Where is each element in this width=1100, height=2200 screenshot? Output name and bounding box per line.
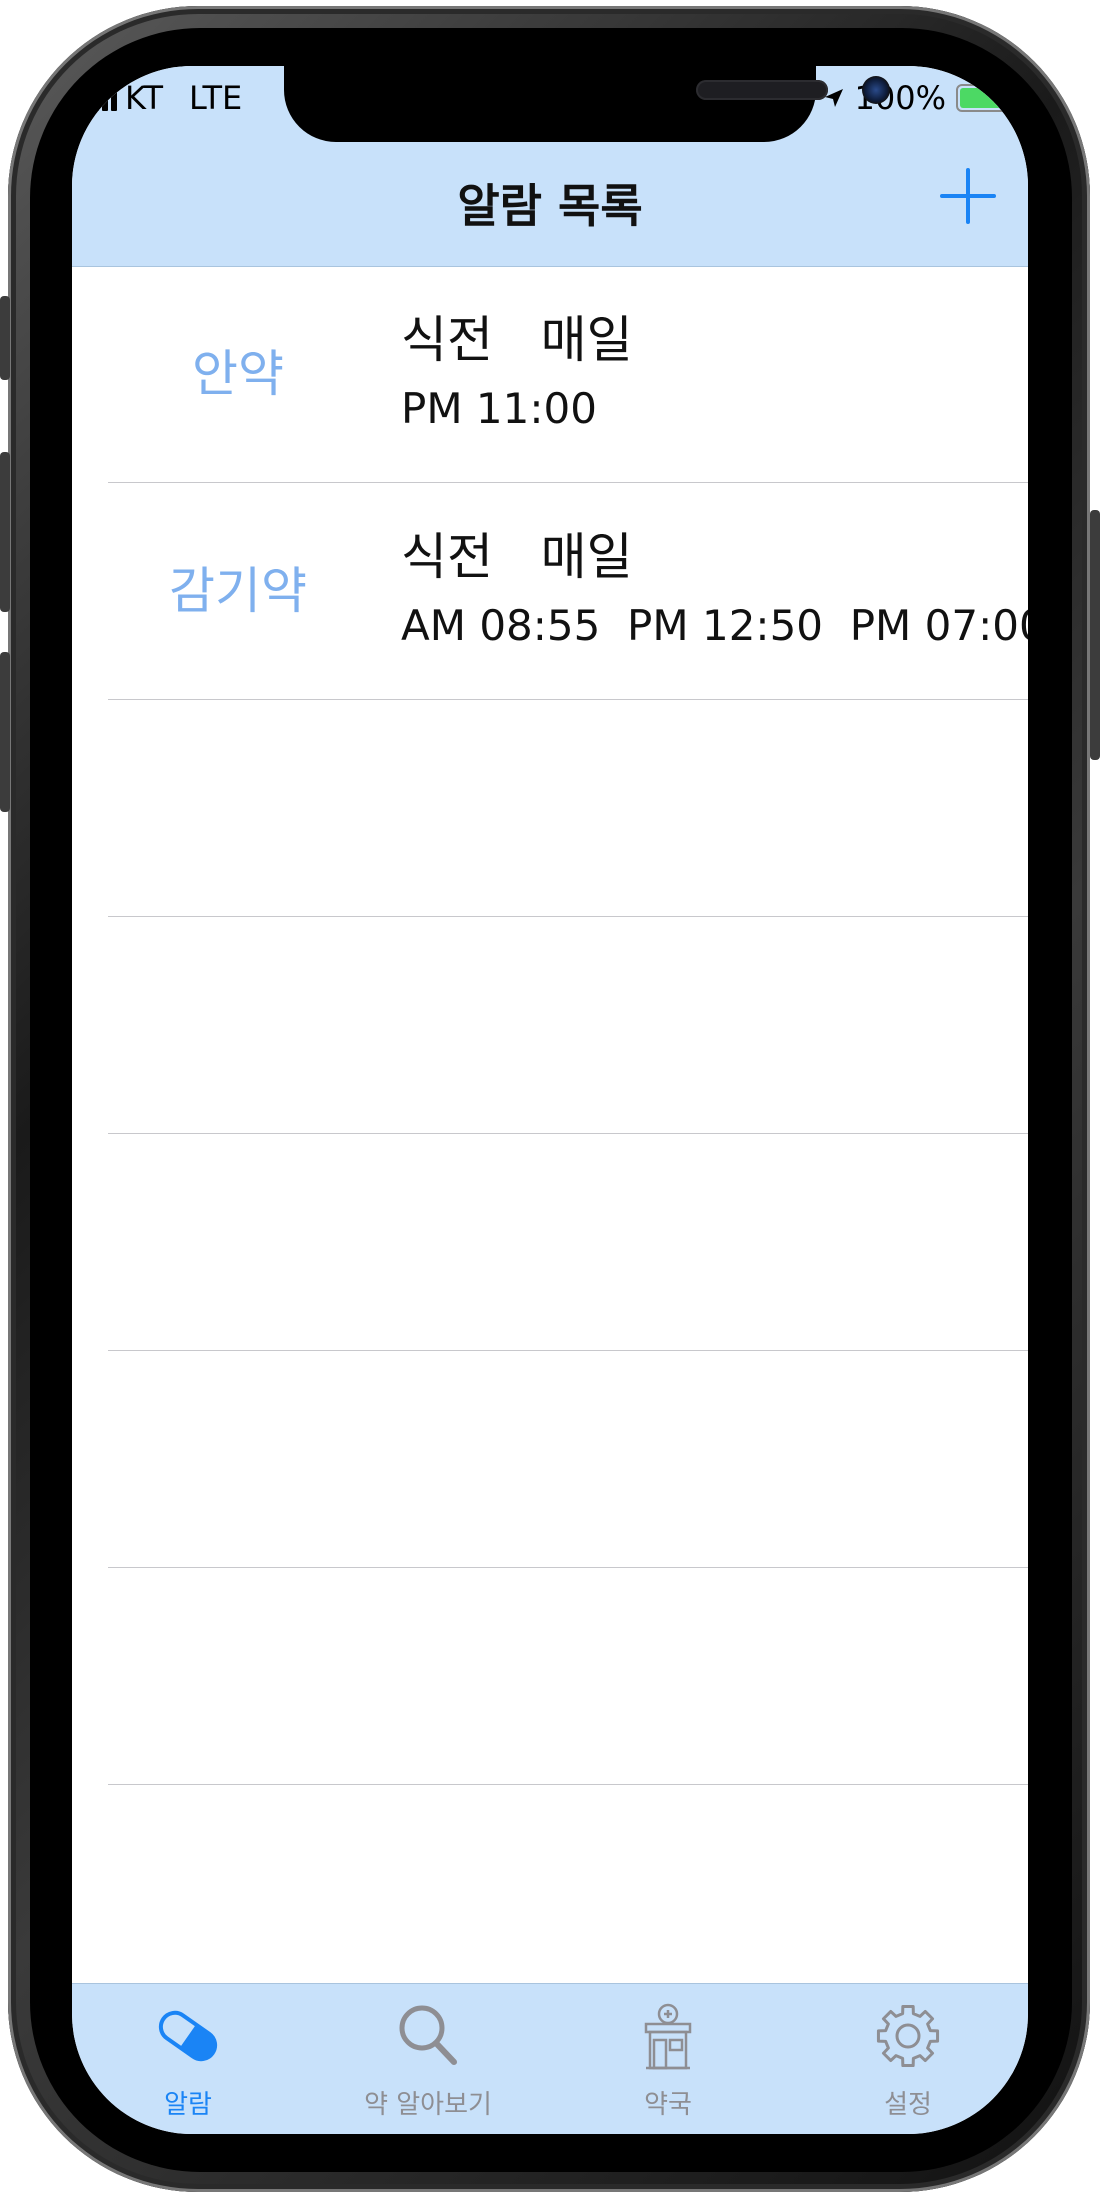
tab-pharmacy[interactable]: 약국 <box>568 2000 768 2121</box>
magnifier-icon <box>399 2005 457 2065</box>
pharmacy-building-icon <box>644 2003 692 2070</box>
carrier-label: KT <box>125 79 164 117</box>
empty-row <box>72 700 1028 917</box>
medicine-name: 감기약 <box>169 562 307 620</box>
alarm-schedule: 식전 매일 <box>401 528 633 586</box>
signal-bars-icon <box>84 85 117 111</box>
medicine-name: 안약 <box>192 345 284 403</box>
power-button <box>1090 510 1100 760</box>
network-label: LTE <box>189 79 243 117</box>
empty-row <box>72 1134 1028 1351</box>
status-bar-left: KT LTE <box>84 76 242 120</box>
battery-fill <box>960 88 1010 108</box>
phone-screen: KT LTE 100% 알람 목록 안약 식전 매일 PM 11:00 감기약 … <box>72 66 1028 2134</box>
gear-outline <box>876 2004 940 2068</box>
speaker-grille <box>696 80 828 100</box>
tab-medicine-search[interactable]: 약 알아보기 <box>328 2000 528 2121</box>
tab-settings[interactable]: 설정 <box>808 2000 1008 2121</box>
alarm-row[interactable]: 감기약 식전 매일 AM 08:55 PM 12:50 PM 07:00 <box>72 483 1028 700</box>
alarm-list: 안약 식전 매일 PM 11:00 감기약 식전 매일 AM 08:55 PM … <box>72 266 1028 1785</box>
tab-label: 약국 <box>644 2090 692 2120</box>
page-title: 알람 목록 <box>457 179 643 233</box>
tab-bar: 알람 약 알아보기 약국 설정 <box>72 1983 1028 2134</box>
notch <box>284 66 890 142</box>
tab-label: 설정 <box>884 2090 932 2120</box>
alarm-schedule: 식전 매일 <box>401 311 633 369</box>
gear-icon <box>876 2004 940 2068</box>
alarm-row[interactable]: 안약 식전 매일 PM 11:00 <box>72 266 1028 483</box>
front-camera <box>862 76 890 104</box>
tab-alarm[interactable]: 알람 <box>88 2000 288 2121</box>
tab-label: 알람 <box>164 2090 212 2120</box>
empty-row <box>72 1351 1028 1568</box>
volume-down-button <box>0 652 10 812</box>
alarm-times: AM 08:55 PM 12:50 PM 07:00 <box>401 601 1028 650</box>
empty-row <box>72 1568 1028 1785</box>
navigation-header: KT LTE 100% 알람 목록 <box>72 66 1028 267</box>
silent-switch <box>0 296 10 380</box>
tab-label: 약 알아보기 <box>364 2090 492 2120</box>
plus-icon <box>940 168 996 224</box>
empty-row <box>72 917 1028 1134</box>
alarm-times: PM 11:00 <box>401 384 597 433</box>
add-alarm-button[interactable] <box>936 164 1000 228</box>
status-bar-right: 100% <box>823 76 1019 120</box>
volume-up-button <box>0 452 10 612</box>
pill-icon <box>158 2010 218 2062</box>
battery-icon <box>956 84 1019 112</box>
